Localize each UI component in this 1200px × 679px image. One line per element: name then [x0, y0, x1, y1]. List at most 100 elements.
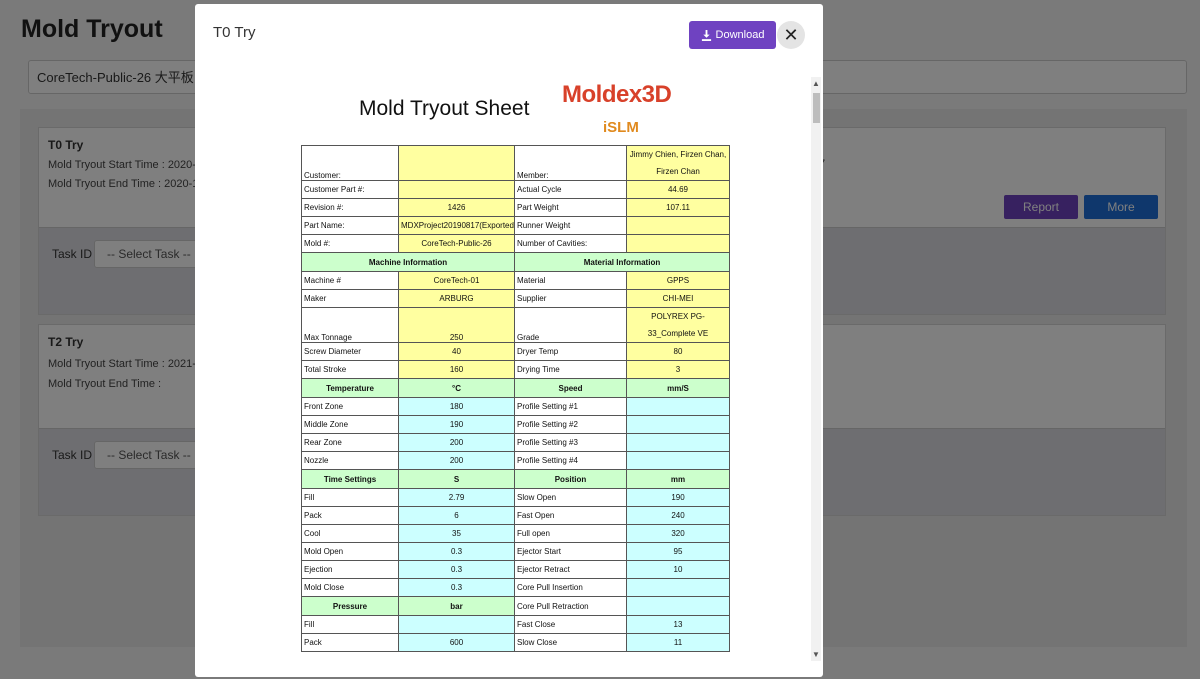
sheet-cell: Customer: [301, 145, 399, 181]
sheet-cell: Mold #: [301, 234, 399, 253]
sheet-cell: Full open [514, 524, 627, 543]
temperature-header: Temperature [301, 378, 399, 398]
pressure-header: Pressure [301, 596, 399, 616]
sheet-cell: Member: [514, 145, 627, 181]
sheet-cell: GPPS [626, 271, 730, 290]
sheet-cell [626, 415, 730, 434]
sheet-cell: 13 [626, 615, 730, 634]
close-icon: ✕ [783, 25, 799, 45]
sheet-cell: Core Pull Insertion [514, 578, 627, 597]
sheet-cell: Maker [301, 289, 399, 308]
sheet-cell: Ejector Start [514, 542, 627, 561]
sheet-cell: 11 [626, 633, 730, 652]
table-row: Middle Zone 190 Profile Setting #2 [301, 415, 730, 434]
table-row: Machine # CoreTech-01 Material GPPS [301, 271, 730, 290]
sheet-cell: 80 [626, 342, 730, 361]
sheet-cell: Grade [514, 307, 627, 343]
speed-header: Speed [514, 378, 627, 398]
scroll-down-icon[interactable]: ▼ [812, 650, 820, 659]
sheet-cell: Mold Close [301, 578, 399, 597]
sheet-cell: Fast Close [514, 615, 627, 634]
sheet-cell: Cool [301, 524, 399, 543]
table-row: Ejection 0.3 Ejector Retract 10 [301, 560, 730, 579]
table-row: Machine Information Material Information [301, 252, 730, 272]
sheet-cell: 180 [398, 397, 515, 416]
sheet-cell: 0.3 [398, 578, 515, 597]
table-row: Mold Close 0.3 Core Pull Insertion [301, 578, 730, 597]
sheet-cell [626, 451, 730, 470]
table-row: Rear Zone 200 Profile Setting #3 [301, 433, 730, 452]
table-row: Front Zone 180 Profile Setting #1 [301, 397, 730, 416]
sheet-cell [626, 234, 730, 253]
sheet-cell: 44.69 [626, 180, 730, 199]
close-button[interactable]: ✕ [777, 21, 805, 49]
table-row: Fill 2.79 Slow Open 190 [301, 488, 730, 507]
sheet-cell: 190 [398, 415, 515, 434]
sheet-cell [398, 615, 515, 634]
download-label: Download [715, 29, 765, 41]
table-row: Screw Diameter 40 Dryer Temp 80 [301, 342, 730, 361]
sheet-cell: 35 [398, 524, 515, 543]
sheet-cell: Fill [301, 615, 399, 634]
table-row: Pack 6 Fast Open 240 [301, 506, 730, 525]
sheet-cell: Number of Cavities: [514, 234, 627, 253]
sheet-cell: Part Weight [514, 198, 627, 217]
sheet-cell: Front Zone [301, 397, 399, 416]
sheet-cell: Customer Part #: [301, 180, 399, 199]
download-button[interactable]: Download [689, 21, 776, 49]
report-viewer[interactable]: Mold Tryout Sheet Moldex3D iSLM Customer… [195, 77, 823, 661]
sheet-cell: CoreTech-01 [398, 271, 515, 290]
sheet-cell: Slow Open [514, 488, 627, 507]
sheet-cell: 95 [626, 542, 730, 561]
sheet-cell: Profile Setting #1 [514, 397, 627, 416]
sheet-cell: Ejector Retract [514, 560, 627, 579]
time-settings-header: Time Settings [301, 469, 399, 489]
sheet-cell: 320 [626, 524, 730, 543]
sheet-title: Mold Tryout Sheet [359, 97, 530, 120]
table-row: Maker ARBURG Supplier CHI-MEI [301, 289, 730, 308]
moldex3d-logo: Moldex3D [562, 81, 672, 108]
islm-logo: iSLM [603, 119, 639, 136]
sheet-cell: Nozzle [301, 451, 399, 470]
sheet-cell: 40 [398, 342, 515, 361]
sheet-cell: Fill [301, 488, 399, 507]
sheet-cell: ARBURG [398, 289, 515, 308]
sheet-cell [398, 180, 515, 199]
sheet-cell: MDXProject20190817(Exported) [398, 216, 515, 235]
sheet-cell [626, 397, 730, 416]
sheet-cell: 250 [398, 307, 515, 343]
table-row: Customer Part #: Actual Cycle 44.69 [301, 180, 730, 199]
table-row: Max Tonnage 250 Grade POLYREX PG-33_Comp… [301, 307, 730, 343]
table-row: Temperature °C Speed mm/S [301, 378, 730, 398]
sheet-cell [626, 596, 730, 616]
sheet-cell: Supplier [514, 289, 627, 308]
sheet-cell: 10 [626, 560, 730, 579]
sheet-cell: Profile Setting #2 [514, 415, 627, 434]
sheet-cell: CoreTech-Public-26 [398, 234, 515, 253]
sheet-cell: Max Tonnage [301, 307, 399, 343]
sheet-cell: 6 [398, 506, 515, 525]
sheet-cell: Rear Zone [301, 433, 399, 452]
scroll-thumb[interactable] [813, 93, 820, 123]
table-row: Fill Fast Close 13 [301, 615, 730, 634]
time-settings-unit: S [398, 469, 515, 489]
scroll-up-icon[interactable]: ▲ [812, 79, 820, 88]
sheet-cell: Dryer Temp [514, 342, 627, 361]
sheet-cell: Machine # [301, 271, 399, 290]
sheet-cell: 200 [398, 451, 515, 470]
viewer-scrollbar[interactable]: ▲ ▼ [811, 77, 821, 661]
sheet-cell [626, 578, 730, 597]
sheet-cell: Profile Setting #4 [514, 451, 627, 470]
position-unit: mm [626, 469, 730, 489]
sheet-cell: Mold Open [301, 542, 399, 561]
table-row: Time Settings S Position mm [301, 469, 730, 489]
sheet-cell: Middle Zone [301, 415, 399, 434]
sheet-cell: Fast Open [514, 506, 627, 525]
sheet-cell: Total Stroke [301, 360, 399, 379]
sheet-cell: 0.3 [398, 542, 515, 561]
table-row: Nozzle 200 Profile Setting #4 [301, 451, 730, 470]
sheet-cell: POLYREX PG-33_Complete VE [626, 307, 730, 343]
table-row: Revision #: 1426 Part Weight 107.11 [301, 198, 730, 217]
sheet-cell: Part Name: [301, 216, 399, 235]
sheet-cell: Drying Time [514, 360, 627, 379]
